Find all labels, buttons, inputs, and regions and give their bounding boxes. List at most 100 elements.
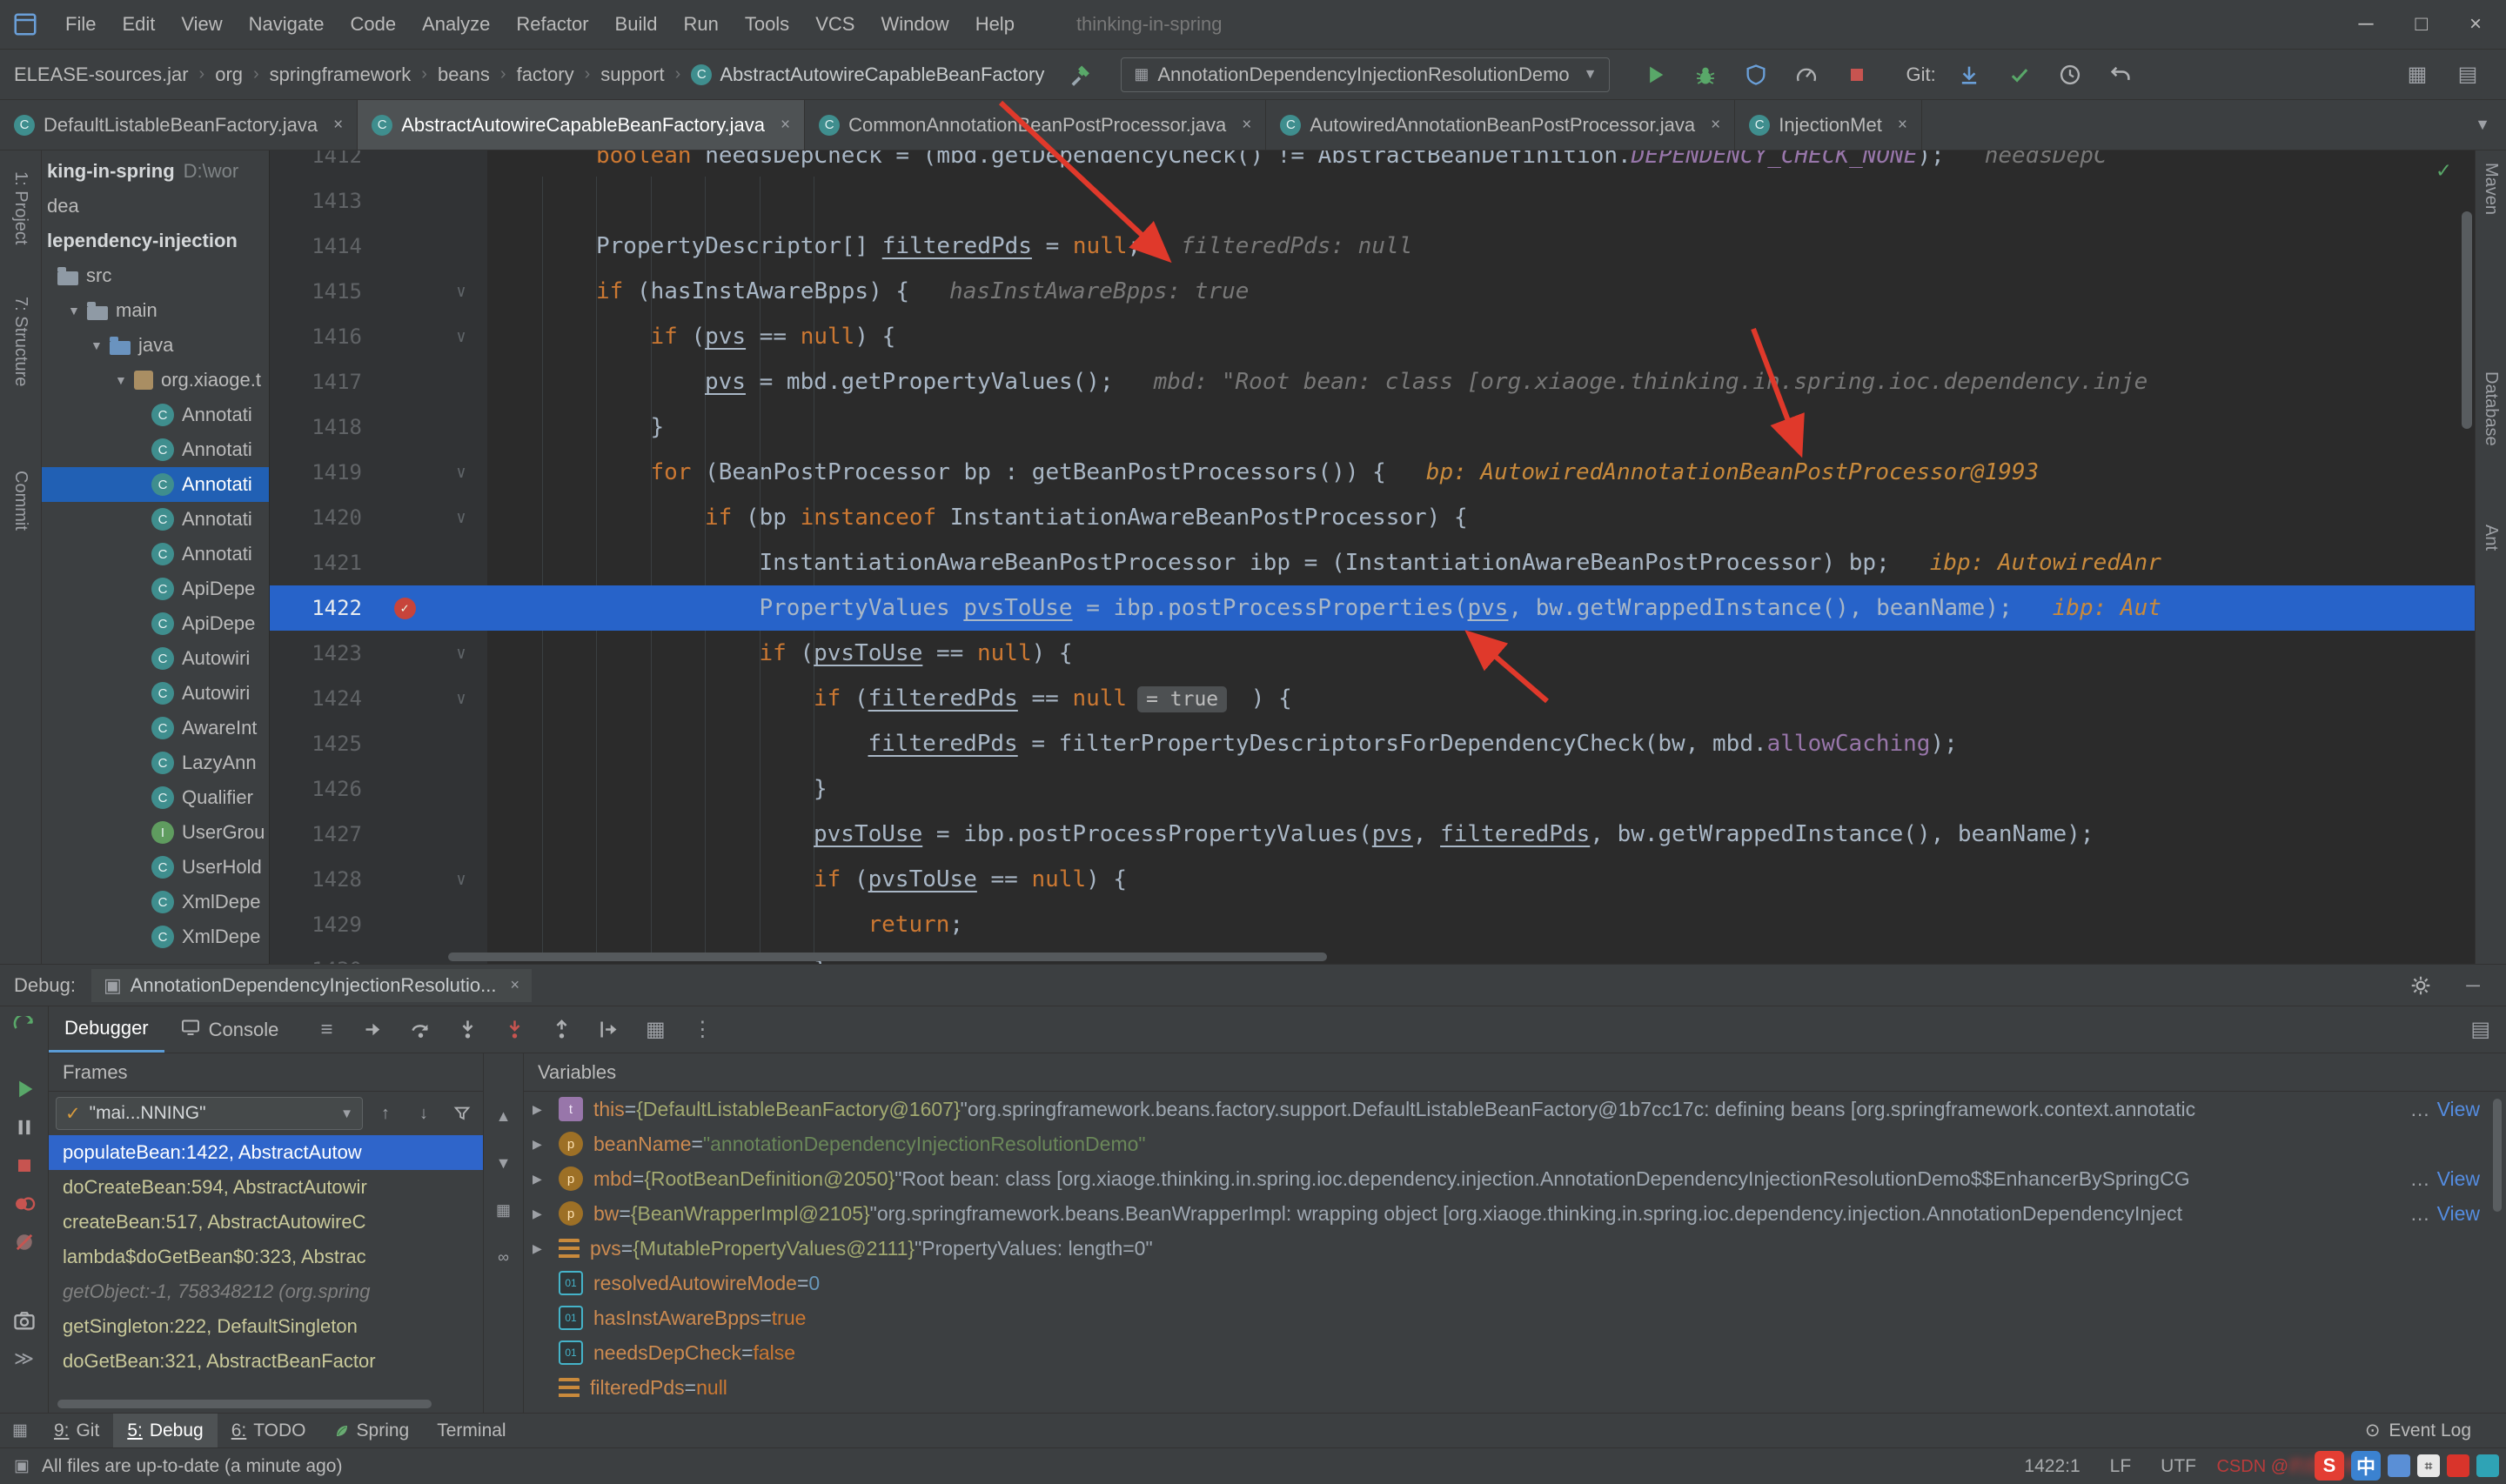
close-tab-icon[interactable]: × <box>1242 116 1251 135</box>
tree-row[interactable]: CAnnotati <box>42 467 269 502</box>
line-number[interactable]: 1429 <box>270 902 374 947</box>
layout-icon[interactable]: ▦ <box>2403 61 2431 89</box>
restore-layout-icon[interactable]: ▤ <box>2470 1018 2490 1041</box>
code-line[interactable]: 1426} <box>270 766 2475 812</box>
breadcrumb-item[interactable]: support <box>600 64 664 86</box>
stripe-7-structure[interactable]: 7: Structure <box>10 297 30 386</box>
editor-gutter[interactable]: 1424∨ <box>270 676 487 721</box>
editor-gutter[interactable]: 1419∨ <box>270 450 487 495</box>
editor-gutter[interactable]: 1418 <box>270 404 487 450</box>
toolwindow-todo[interactable]: 6:TODO <box>218 1414 320 1447</box>
breadcrumb-item[interactable]: org <box>215 64 243 86</box>
stripe-ant[interactable]: Ant <box>2481 525 2501 551</box>
frame-up-icon[interactable]: ↑ <box>372 1100 399 1127</box>
frame-prev-icon[interactable]: ▲ <box>490 1102 518 1130</box>
run-to-cursor-icon[interactable] <box>595 1017 621 1043</box>
frame-next-icon[interactable]: ▼ <box>490 1149 518 1177</box>
close-tab-icon[interactable]: × <box>333 116 343 135</box>
editor-tab[interactable]: CAutowiredAnnotationBeanPostProcessor.ja… <box>1266 100 1735 150</box>
code-line[interactable]: 1423∨if (pvsToUse == null) { <box>270 631 2475 676</box>
stripe-1-project[interactable]: 1: Project <box>10 171 30 244</box>
tree-row[interactable]: CUserHold <box>42 850 269 885</box>
breakpoint-column[interactable]: ✓ <box>374 585 435 631</box>
rollback-icon[interactable] <box>2107 61 2134 89</box>
code-line[interactable]: 1422✓PropertyValues pvsToUse = ibp.postP… <box>270 585 2475 631</box>
variable-row[interactable]: ▶pbw = {BeanWrapperImpl@2105} "org.sprin… <box>524 1196 2506 1231</box>
debug-session-tab[interactable]: ▣ AnnotationDependencyInjectionResolutio… <box>91 969 532 1002</box>
run-icon[interactable] <box>1641 61 1669 89</box>
toolwindow-switcher-icon[interactable]: ▦ <box>12 1420 28 1441</box>
menu-view[interactable]: View <box>168 0 235 49</box>
breakpoint-icon[interactable]: ✓ <box>394 598 416 619</box>
menu-edit[interactable]: Edit <box>109 0 168 49</box>
tree-row[interactable]: CApiDepe <box>42 572 269 606</box>
thread-dump-icon[interactable] <box>11 1307 37 1334</box>
line-number[interactable]: 1420 <box>270 495 374 540</box>
file-encoding[interactable]: UTF <box>2161 1456 2196 1477</box>
inspections-ok-icon[interactable]: ✓ <box>2436 157 2450 184</box>
tree-row[interactable]: CLazyAnn <box>42 745 269 780</box>
editor-gutter[interactable]: 1429 <box>270 902 487 947</box>
maximize-window-icon[interactable]: □ <box>2415 12 2428 37</box>
code-line[interactable]: 1428∨if (pvsToUse == null) { <box>270 857 2475 902</box>
fold-column[interactable] <box>435 812 487 857</box>
editor-gutter[interactable]: 1416∨ <box>270 314 487 359</box>
view-breakpoints-icon[interactable] <box>11 1191 37 1217</box>
close-tab-icon[interactable]: × <box>1711 116 1720 135</box>
menu-analyze[interactable]: Analyze <box>409 0 503 49</box>
thread-selector[interactable]: ✓ "mai...NNING" ▼ <box>56 1097 363 1130</box>
tree-row[interactable]: CXmlDepe <box>42 885 269 919</box>
editor-gutter[interactable]: 1423∨ <box>270 631 487 676</box>
fold-column[interactable] <box>435 224 487 269</box>
editor-tab[interactable]: CAbstractAutowireCapableBeanFactory.java… <box>358 100 805 150</box>
copy-stack-icon[interactable]: ▦ <box>490 1196 518 1224</box>
menu-vcs[interactable]: VCS <box>802 0 868 49</box>
editor-vertical-scrollbar[interactable] <box>2462 211 2472 429</box>
breakpoint-column[interactable] <box>374 676 435 721</box>
toolwindow-icon[interactable]: ▤ <box>2454 61 2482 89</box>
breakpoint-column[interactable] <box>374 766 435 812</box>
code-line[interactable]: 1416∨if (pvs == null) { <box>270 314 2475 359</box>
fold-column[interactable] <box>435 404 487 450</box>
variable-row[interactable]: filteredPds = null <box>524 1370 2506 1405</box>
breadcrumb-item[interactable]: beans <box>438 64 490 86</box>
toolwindow-git[interactable]: 9:Git <box>40 1414 113 1447</box>
frame-down-icon[interactable]: ↓ <box>410 1100 438 1127</box>
fold-column[interactable] <box>435 721 487 766</box>
line-number[interactable]: 1412 <box>270 150 374 178</box>
step-over-icon[interactable] <box>407 1017 433 1043</box>
more-options-icon[interactable]: ⋮ <box>689 1017 715 1043</box>
breadcrumb-item[interactable]: ELEASE-sources.jar <box>14 64 189 86</box>
menu-tools[interactable]: Tools <box>732 0 802 49</box>
line-number[interactable]: 1422 <box>270 585 374 631</box>
code-line[interactable]: 1424∨if (filteredPds == null= true ) { <box>270 676 2475 721</box>
toolwindow-terminal[interactable]: Terminal <box>423 1414 519 1447</box>
fold-column[interactable]: ∨ <box>435 857 487 902</box>
run-configuration-select[interactable]: ▦ AnnotationDependencyInjectionResolutio… <box>1121 57 1610 92</box>
tree-row[interactable]: CAwareInt <box>42 711 269 745</box>
tree-row[interactable]: CAutowiri <box>42 676 269 711</box>
build-hammer-icon[interactable] <box>1067 61 1095 89</box>
tree-row[interactable]: CXmlDepe <box>42 919 269 954</box>
editor-horizontal-scrollbar[interactable] <box>448 953 1327 961</box>
commit-icon[interactable] <box>2006 61 2034 89</box>
frame-row[interactable]: getObject:-1, 758348212 (org.spring <box>49 1274 483 1309</box>
code-editor[interactable]: 1412boolean needsDepCheck = (mbd.getDepe… <box>270 150 2475 964</box>
fold-column[interactable] <box>435 540 487 585</box>
minimize-icon[interactable]: ─ <box>2459 972 2487 999</box>
caret-position[interactable]: 1422:1 <box>2024 1456 2080 1477</box>
hidden-tabs-chevron-icon[interactable]: ▼ <box>2459 100 2506 150</box>
resume-icon[interactable] <box>11 1076 37 1102</box>
expand-arrow-icon[interactable]: ▶ <box>533 1172 559 1187</box>
tree-row[interactable]: CAnnotati <box>42 537 269 572</box>
line-number[interactable]: 1419 <box>270 450 374 495</box>
menu-code[interactable]: Code <box>338 0 410 49</box>
fold-column[interactable]: ∨ <box>435 314 487 359</box>
code-line[interactable]: 1414PropertyDescriptor[] filteredPds = n… <box>270 224 2475 269</box>
frame-row[interactable]: populateBean:1422, AbstractAutow <box>49 1135 483 1170</box>
update-project-icon[interactable] <box>1955 61 1983 89</box>
code-line[interactable]: 1421InstantiationAwareBeanPostProcessor … <box>270 540 2475 585</box>
line-number[interactable]: 1414 <box>270 224 374 269</box>
editor-gutter[interactable]: 1413 <box>270 178 487 224</box>
editor-gutter[interactable]: 1417 <box>270 359 487 404</box>
